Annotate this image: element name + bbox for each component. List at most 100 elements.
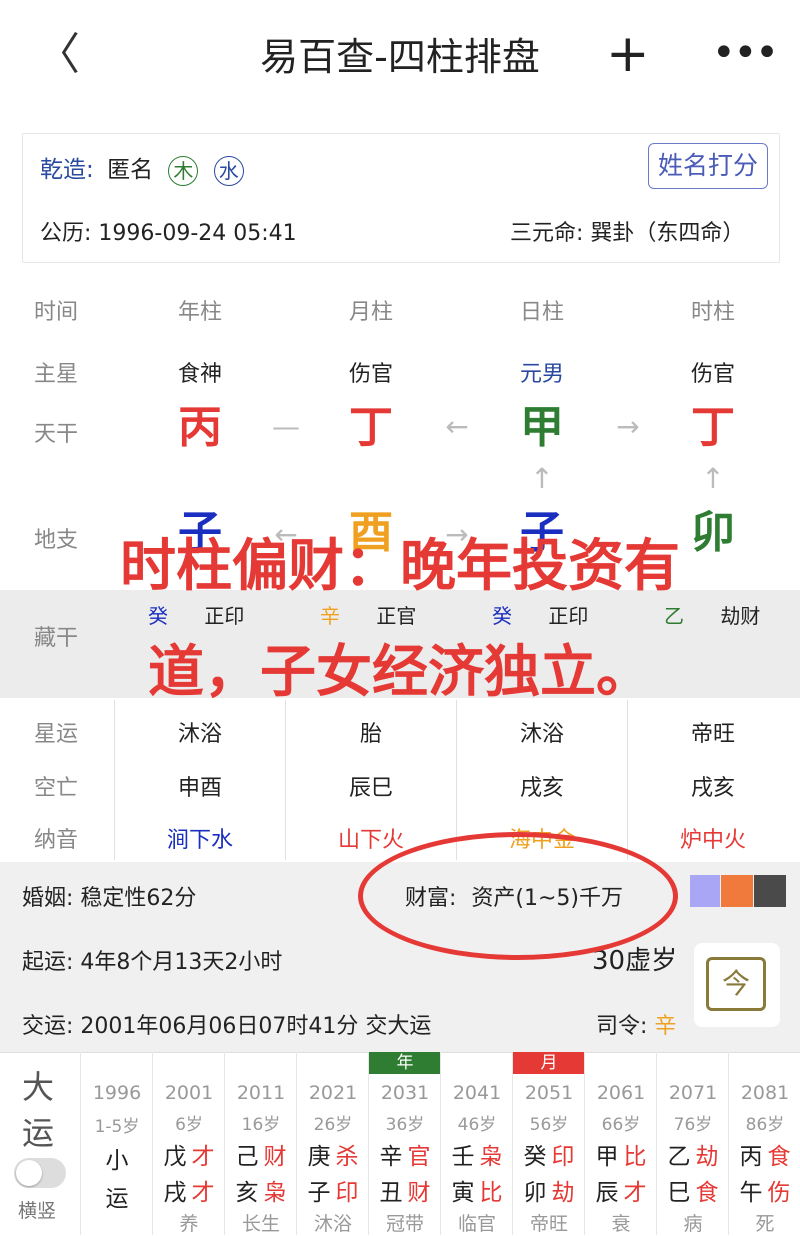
dayun-year: 2061 [596,1082,646,1104]
dayun-column[interactable]: 月 2051 56岁癸 印卯 劫帝旺 [512,1052,585,1235]
dayun-zhi-row: 寅 比 [441,1173,513,1207]
dayun-age: 16岁 [241,1115,281,1135]
dayun-zhi: 亥 [235,1180,259,1206]
name-score-button[interactable]: 姓名打分 [648,143,768,189]
dayun-stage: 衰 [611,1213,631,1235]
col-header-month: 月柱 [348,300,393,325]
dayun-zhi-row: 戌 才 [153,1173,225,1207]
dayun-column[interactable]: 2011 16岁己 财亥 枭长生 [224,1052,297,1235]
qiyun-value: 4年8个月13天2小时 [80,950,283,975]
xingyun-month: 胎 [359,722,382,747]
dayun-stage: 长生 [241,1213,280,1235]
nayin-year: 涧下水 [166,828,233,853]
dayun-year: 2071 [668,1082,718,1104]
dayun-small-l1: 小 [105,1148,129,1174]
swatch-orange [721,875,753,907]
jiaoyun-row: 交运: 2001年06月06日07时41分 交大运 [22,1008,431,1040]
dayun-column[interactable]: 2021 26岁庚 杀子 印沐浴 [296,1052,369,1235]
more-icon[interactable]: ••• [712,28,779,78]
marriage-value: 稳定性62分 [80,886,197,911]
calendar-icon: 今 [706,957,766,1011]
row-label-tiangan: 天干 [34,422,79,447]
dayun-gan-row: 壬 枭 [441,1137,513,1171]
dayun-gan-shen: 印 [551,1144,575,1170]
dayun-column[interactable]: 2001 6岁戊 才戌 才养 [152,1052,225,1235]
sanyuan-row: 三元命: 巽卦（东四命） [510,215,744,247]
dayun-stage: 帝旺 [529,1213,568,1235]
highlight-ellipse [358,832,678,960]
swatch-purple [690,875,720,907]
tiangan-hour: 丁 [691,402,735,453]
dayun-badge-spacer [657,1052,729,1074]
dayun-gan-row: 癸 印 [513,1137,585,1171]
dayun-gan: 庚 [307,1144,331,1170]
toggle-knob[interactable] [16,1160,42,1186]
dayun-badge-spacer [441,1052,513,1074]
nayin-hour: 炉中火 [679,828,746,853]
dayun-label-1: 大 [22,1068,55,1106]
tiangan-year: 丙 [178,402,222,453]
page-title: 易百查-四柱排盘 [260,35,540,79]
canggan-year-shen: 正印 [204,604,245,628]
dayun-column[interactable]: 2081 86岁丙 食午 伤死 [728,1052,800,1235]
left-arrow-icon: ← [445,410,469,443]
dayun-column[interactable]: 2041 46岁壬 枭寅 比临官 [440,1052,513,1235]
canggan-hour-shen: 劫财 [720,604,761,628]
toggle-label: 横竖 [18,1200,57,1222]
dayun-gan-shen: 比 [623,1144,647,1170]
xingyun-hour: 帝旺 [690,722,735,747]
tiangan-month: 丁 [349,402,393,453]
dayun-badge-spacer [225,1052,297,1074]
dayun-small[interactable]: 1996 1-5岁 小 运 [80,1052,153,1235]
dayun-year: 2041 [452,1082,502,1104]
kongwang-month: 辰巳 [348,776,393,801]
dayun-stage: 临官 [457,1213,496,1235]
xingyun-year: 沐浴 [177,722,222,747]
dayun-column[interactable]: 2061 66岁甲 比辰 才衰 [584,1052,657,1235]
dayun-badge-spacer [729,1052,800,1074]
dayun-age: 46岁 [457,1115,497,1135]
dayun-year: 2021 [308,1082,358,1104]
dayun-zhi-row: 亥 枭 [225,1173,297,1207]
qiyun-row: 起运: 4年8个月13天2小时 [22,944,282,976]
canggan-day: 癸 正印 [492,600,588,629]
dash-icon: — [272,410,300,443]
jiaoyun-value: 2001年06月06日07时41分 交大运 [80,1014,432,1039]
divider [627,700,628,860]
dayun-gan-shen: 食 [767,1144,791,1170]
dayun-zhi-shen: 财 [407,1180,431,1206]
marriage-label: 婚姻: [22,886,74,911]
main-star-day: 元男 [519,362,564,387]
row-label-main-star: 主星 [34,362,79,387]
today-button[interactable]: 今 [694,943,780,1027]
dayun-zhi-shen: 食 [695,1180,719,1206]
siling-row: 司令: 辛 [596,1008,676,1040]
dayun-year: 2081 [740,1082,790,1104]
dayun-age: 6岁 [175,1115,203,1135]
dayun-gan-shen: 枭 [479,1144,503,1170]
kongwang-day: 戌亥 [519,776,564,801]
dayun-stage: 沐浴 [313,1213,352,1235]
dayun-gan-row: 庚 杀 [297,1137,369,1171]
dayun-zhi-shen: 才 [191,1180,215,1206]
dayun-badge-spacer [297,1052,369,1074]
sanyuan-value: 巽卦（东四命） [590,221,745,246]
dayun-zhi-shen: 劫 [551,1180,575,1206]
col-header-day: 日柱 [519,300,564,325]
dayun-zhi-row: 子 印 [297,1173,369,1207]
divider [114,700,115,860]
swatch-dark [754,875,786,907]
canggan-hour: 乙 劫财 [664,600,760,629]
plus-icon[interactable]: + [606,26,650,82]
dayun-gan-row: 戊 才 [153,1137,225,1171]
dayun-age: 36岁 [385,1115,425,1135]
dayun-gan: 壬 [451,1144,475,1170]
xingyun-day: 沐浴 [519,722,564,747]
dayun-gan: 乙 [667,1144,691,1170]
solar-date-row: 公历: 1996-09-24 05:41 [40,215,297,247]
dayun-zhi: 丑 [379,1180,403,1206]
dayun-gan-row: 乙 劫 [657,1137,729,1171]
dayun-gan: 戊 [163,1144,187,1170]
dayun-column[interactable]: 2071 76岁乙 劫巳 食病 [656,1052,729,1235]
dayun-column[interactable]: 年 2031 36岁辛 官丑 财冠带 [368,1052,441,1235]
